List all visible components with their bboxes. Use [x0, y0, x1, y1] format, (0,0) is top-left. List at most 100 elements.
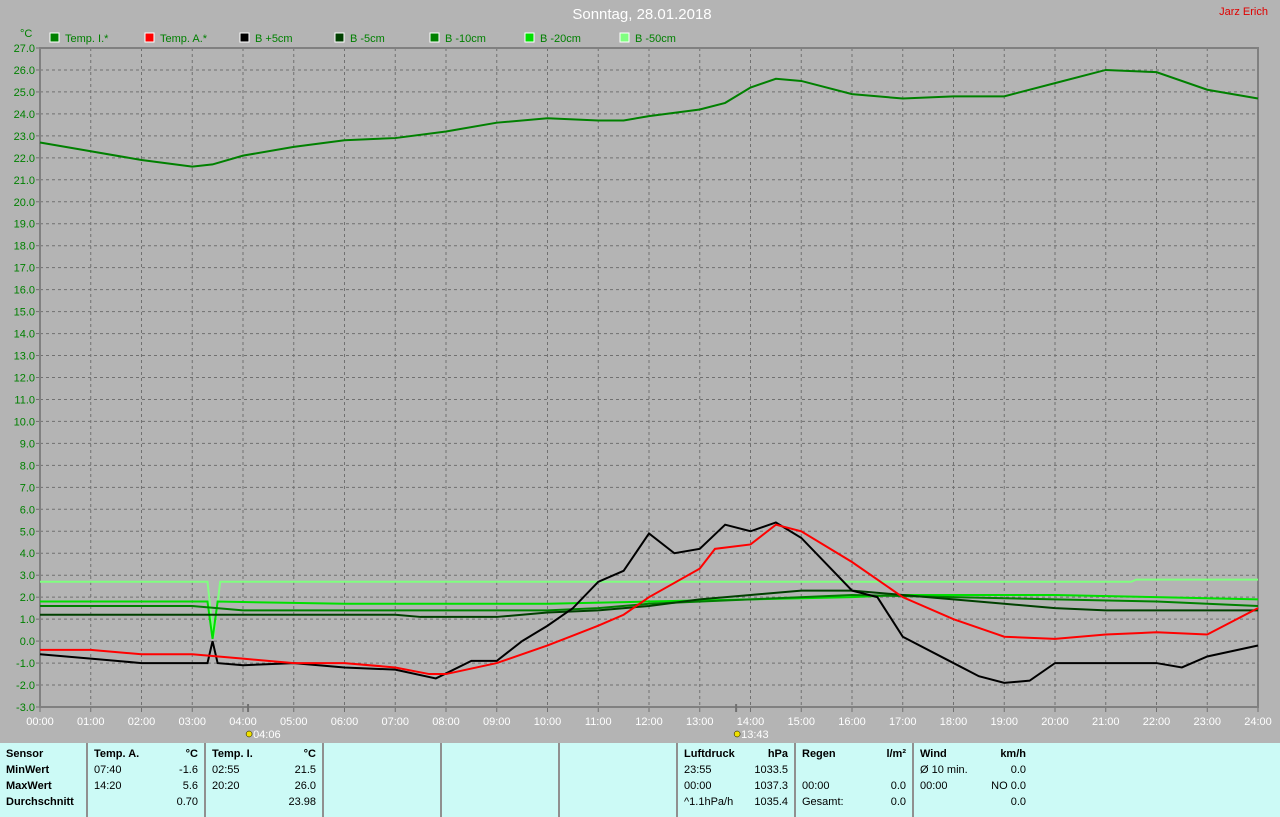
legend-swatch: [144, 32, 155, 43]
stats-value: 0.0: [1010, 796, 1026, 808]
stats-label: MaxWert: [6, 780, 52, 792]
stats-label: Sensor: [6, 748, 44, 760]
y-tick-label: 1.0: [20, 614, 35, 626]
stats-empty-col: [324, 743, 442, 817]
y-tick-label: 2.0: [20, 592, 35, 604]
stats-unit: °C: [303, 748, 316, 760]
sunset-icon: [733, 730, 741, 738]
stats-time: 07:40: [94, 764, 122, 776]
legend-swatch: [334, 32, 345, 43]
y-tick-label: 26.0: [14, 65, 35, 77]
x-tick-label: 12:00: [635, 716, 663, 728]
sunset-label: 13:43: [741, 729, 769, 741]
stats-value: 0.70: [176, 796, 198, 808]
stats-regen-col: Regen l/m² 00:00 0.0 Gesamt: 0.0: [796, 743, 914, 817]
x-tick-label: 06:00: [331, 716, 359, 728]
y-tick-label: 16.0: [14, 285, 35, 297]
x-tick-label: 04:00: [229, 716, 257, 728]
x-tick-label: 10:00: [534, 716, 562, 728]
stats-value: NO 0.0: [991, 780, 1026, 792]
x-tick-label: 08:00: [432, 716, 460, 728]
y-tick-label: -3.0: [16, 702, 35, 714]
y-tick-label: 14.0: [14, 329, 35, 341]
stats-label: Ø 10 min.: [920, 764, 968, 776]
stats-value: 0.0: [890, 796, 906, 808]
stats-unit: hPa: [767, 748, 788, 760]
stats-time: 00:00: [920, 780, 948, 792]
y-tick-label: 20.0: [14, 197, 35, 209]
stats-value: 0.0: [890, 780, 906, 792]
stats-unit: l/m²: [886, 748, 906, 760]
x-tick-label: 24:00: [1244, 716, 1272, 728]
stats-header: Regen: [802, 748, 836, 760]
stats-unit: km/h: [1000, 748, 1026, 760]
x-tick-label: 23:00: [1193, 716, 1221, 728]
x-tick-label: 15:00: [787, 716, 815, 728]
x-tick-label: 11:00: [585, 716, 612, 728]
stats-value: 5.6: [182, 780, 198, 792]
x-tick-label: 22:00: [1143, 716, 1171, 728]
y-tick-label: 24.0: [14, 109, 35, 121]
legend-label: Temp. A.*: [160, 33, 208, 45]
stats-label: MinWert: [6, 764, 50, 776]
legend-swatch: [619, 32, 630, 43]
stats-empty-col: [560, 743, 678, 817]
stats-panel: Sensor MinWert MaxWert Durchschnitt Temp…: [0, 743, 1280, 817]
y-tick-label: 18.0: [14, 241, 35, 253]
stats-value: -1.6: [179, 764, 198, 776]
legend-label: B -10cm: [445, 33, 486, 45]
legend-swatch: [429, 32, 440, 43]
legend-label: B -5cm: [350, 33, 385, 45]
legend-swatch: [239, 32, 250, 43]
y-tick-label: 15.0: [14, 307, 35, 319]
y-tick-label: -2.0: [16, 680, 35, 692]
y-tick-label: 4.0: [20, 548, 35, 560]
y-tick-label: 17.0: [14, 263, 35, 275]
stats-trend: ^1.1hPa/h: [684, 796, 734, 808]
x-tick-label: 09:00: [483, 716, 511, 728]
y-tick-label: 5.0: [20, 526, 35, 538]
stats-value: 26.0: [294, 780, 316, 792]
x-tick-label: 19:00: [990, 716, 1018, 728]
stats-value: 23.98: [288, 796, 316, 808]
stats-header: Temp. I.: [212, 748, 253, 760]
legend-label: B -50cm: [635, 33, 676, 45]
stats-time: 00:00: [802, 780, 830, 792]
y-tick-label: 11.0: [14, 394, 35, 406]
x-tick-label: 21:00: [1092, 716, 1120, 728]
x-tick-label: 01:00: [77, 716, 105, 728]
y-tick-label: -1.0: [16, 658, 35, 670]
stats-time: 00:00: [684, 780, 712, 792]
y-tick-label: 9.0: [20, 438, 35, 450]
y-tick-label: 22.0: [14, 153, 35, 165]
stats-header: Wind: [920, 748, 947, 760]
stats-unit: °C: [185, 748, 198, 760]
stats-empty-col: [442, 743, 560, 817]
stats-luft-col: Luftdruck hPa 23:55 1033.5 00:00 1037.3 ^1.…: [678, 743, 796, 817]
stats-temp-a-col: Temp. A. °C 07:40 -1.6 14:20 5.6 0.70: [88, 743, 206, 817]
y-axis-label: °C: [20, 28, 32, 40]
stats-value: 21.5: [294, 764, 316, 776]
stats-sensor-col: Sensor MinWert MaxWert Durchschnitt: [0, 743, 88, 817]
y-tick-label: 0.0: [20, 636, 35, 648]
legend-label: B -20cm: [540, 33, 581, 45]
stats-time: 23:55: [684, 764, 712, 776]
y-tick-label: 8.0: [20, 460, 35, 472]
temperature-chart: 00:00 01:00 02:00 03:00 04:00 05:00 06:00 07:00…: [14, 28, 1272, 741]
stats-time: 02:55: [212, 764, 240, 776]
y-tick-label: 23.0: [14, 131, 35, 143]
y-tick-label: 27.0: [14, 43, 35, 55]
y-tick-label: 21.0: [14, 175, 35, 187]
legend-label: B +5cm: [255, 33, 293, 45]
y-tick-label: 12.0: [14, 373, 35, 385]
stats-value: 1037.3: [754, 780, 788, 792]
x-tick-label: 05:00: [280, 716, 308, 728]
stats-label: Durchschnitt: [6, 796, 74, 808]
y-tick-label: 13.0: [14, 351, 35, 363]
y-tick-label: 7.0: [20, 482, 35, 494]
x-tick-label: 16:00: [838, 716, 866, 728]
y-tick-label: 3.0: [20, 570, 35, 582]
x-tick-label: 02:00: [128, 716, 156, 728]
stats-wind-col: Wind km/h Ø 10 min. 0.0 00:00 NO 0.0 0.0: [914, 743, 1032, 817]
x-tick-label: 03:00: [178, 716, 206, 728]
